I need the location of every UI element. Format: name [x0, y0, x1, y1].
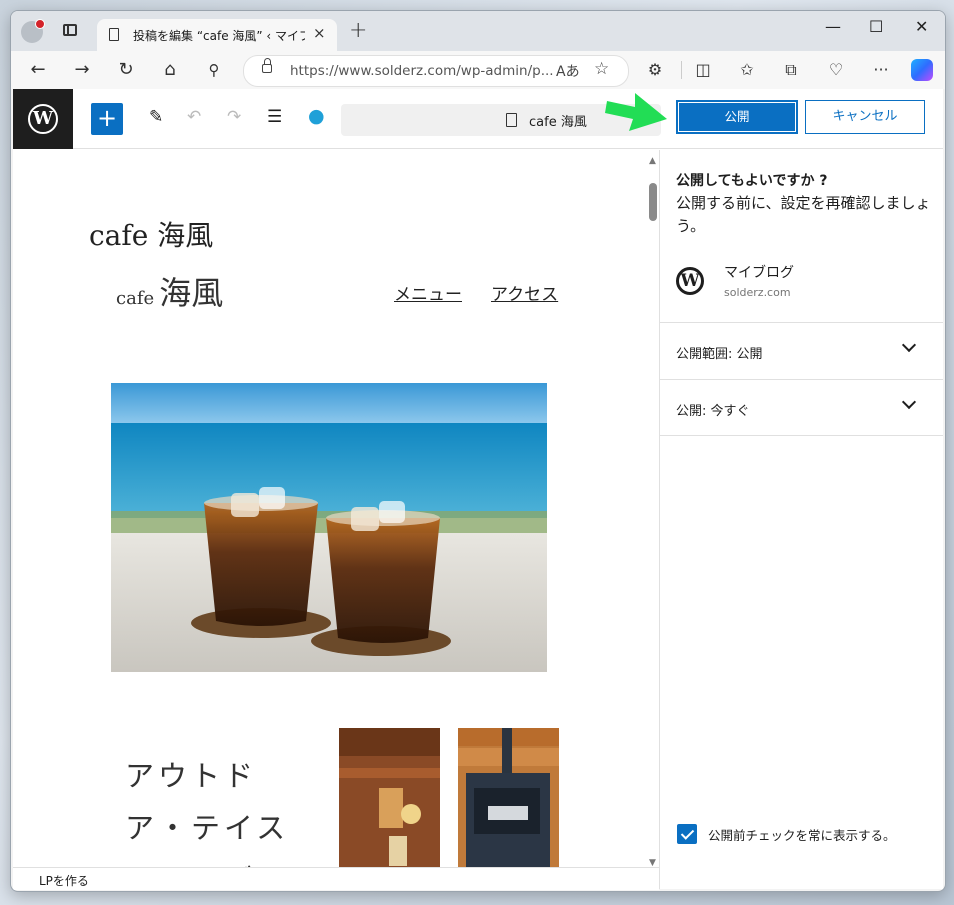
tab-actions-icon[interactable] [63, 24, 77, 36]
lock-icon[interactable] [262, 58, 272, 73]
address-toolbar: ← → ↻ ⌂ ⚲ https://www.solderz.com/wp-adm… [11, 51, 945, 89]
post-title[interactable]: cafe 海風 [89, 214, 213, 254]
browser-window: 投稿を編集 “cafe 海風” ‹ マイブログ × + — ☐ ✕ ← → ↻ … [10, 10, 946, 892]
chevron-down-icon[interactable] [901, 337, 917, 353]
page-icon [109, 28, 119, 41]
more-menu-icon[interactable]: ··· [871, 60, 891, 79]
wordpress-w-icon: W [28, 104, 58, 134]
editor-toolbar: + ✎ ↶ ↷ ☰ ● cafe 海風 公開 キャンセル [73, 89, 943, 149]
favorites-icon[interactable]: ✩ [737, 60, 757, 79]
read-aloud-icon[interactable]: Aあ [556, 61, 580, 81]
prepublish-question: 公開してもよいですか ? [676, 173, 828, 189]
extensions-icon[interactable]: ⚙ [645, 60, 665, 79]
search-icon[interactable]: ⚲ [203, 61, 225, 79]
new-tab-button[interactable]: + [349, 18, 367, 43]
visibility-label: 公開範囲: 公開 [676, 347, 763, 362]
refresh-icon[interactable]: ↻ [115, 59, 137, 80]
section-heading[interactable]: アウトドア・テイストのログハ [125, 750, 315, 867]
editor-canvas: cafe 海風 cafe 海風 メニュー アクセス アウトドア・テイス [13, 150, 659, 867]
plugin-icon[interactable]: ● [308, 105, 325, 127]
tab-title: 投稿を編集 “cafe 海風” ‹ マイブログ [133, 29, 305, 43]
undo-icon[interactable]: ↶ [187, 107, 201, 127]
publish-time-label: 公開: 今すぐ [676, 404, 750, 419]
profile-avatar[interactable] [21, 19, 45, 43]
back-icon[interactable]: ← [27, 59, 49, 80]
site-logo[interactable]: cafe 海風 [116, 268, 223, 314]
always-show-label[interactable]: 公開前チェックを常に表示する。 [708, 825, 896, 844]
favorite-star-icon[interactable]: ☆ [594, 59, 609, 79]
prepublish-panel: 公開してもよいですか ? 公開する前に、設定を再確認しましょう。 W マイブログ… [660, 150, 943, 889]
chevron-down-icon[interactable] [901, 394, 917, 410]
scroll-up-arrow[interactable]: ▲ [649, 156, 656, 166]
document-title: cafe 海風 [529, 115, 587, 130]
visibility-panel[interactable]: 公開範囲: 公開 [660, 322, 943, 379]
nav-link-menu[interactable]: メニュー [394, 280, 462, 305]
document-icon [506, 113, 517, 127]
address-bar[interactable]: https://www.solderz.com/wp-admin/p... Aあ… [243, 55, 629, 87]
edit-pencil-icon[interactable]: ✎ [149, 107, 163, 127]
maximize-button[interactable]: ☐ [869, 17, 883, 36]
wordpress-logo[interactable]: W [13, 89, 73, 149]
redo-icon[interactable]: ↷ [227, 107, 241, 127]
tab-bar: 投稿を編集 “cafe 海風” ‹ マイブログ × + — ☐ ✕ [11, 11, 945, 51]
toolbar-divider [681, 61, 682, 79]
site-url: solderz.com [724, 286, 791, 299]
wp-editor: W + ✎ ↶ ↷ ☰ ● cafe 海風 公開 キャンセル cafe 海風 c… [13, 89, 943, 890]
minimize-button[interactable]: — [825, 17, 841, 36]
collections-icon[interactable]: ⧉ [781, 60, 801, 80]
site-name: マイブログ [724, 265, 794, 281]
url-text[interactable]: https://www.solderz.com/wp-admin/p... [290, 63, 554, 79]
stove-photo[interactable] [458, 728, 559, 867]
forward-icon[interactable]: → [71, 59, 93, 80]
prepublish-description: 公開する前に、設定を再確認しましょう。 [676, 194, 931, 235]
annotation-arrow-icon [605, 93, 667, 131]
publish-time-panel[interactable]: 公開: 今すぐ [660, 379, 943, 436]
block-breadcrumb: LPを作る [13, 867, 659, 890]
nav-link-access[interactable]: アクセス [491, 280, 558, 305]
interior-photo[interactable] [339, 728, 440, 867]
hero-image[interactable] [111, 383, 547, 672]
add-block-button[interactable]: + [91, 103, 123, 135]
home-icon[interactable]: ⌂ [159, 59, 181, 80]
canvas-scrollbar[interactable] [649, 183, 657, 221]
split-screen-icon[interactable]: ◫ [693, 60, 713, 79]
close-window-button[interactable]: ✕ [915, 17, 928, 36]
publish-button[interactable]: 公開 [676, 100, 798, 134]
copilot-icon[interactable] [911, 59, 933, 81]
wordpress-site-icon: W [676, 267, 704, 295]
list-view-icon[interactable]: ☰ [267, 107, 282, 127]
cancel-button[interactable]: キャンセル [805, 100, 925, 134]
breadcrumb-item[interactable]: LPを作る [39, 872, 89, 889]
tab-active[interactable]: 投稿を編集 “cafe 海風” ‹ マイブログ × [97, 19, 337, 51]
browser-essentials-icon[interactable]: ♡ [826, 60, 846, 79]
always-show-checkbox[interactable] [677, 824, 697, 844]
tab-close-icon[interactable]: × [313, 24, 326, 42]
